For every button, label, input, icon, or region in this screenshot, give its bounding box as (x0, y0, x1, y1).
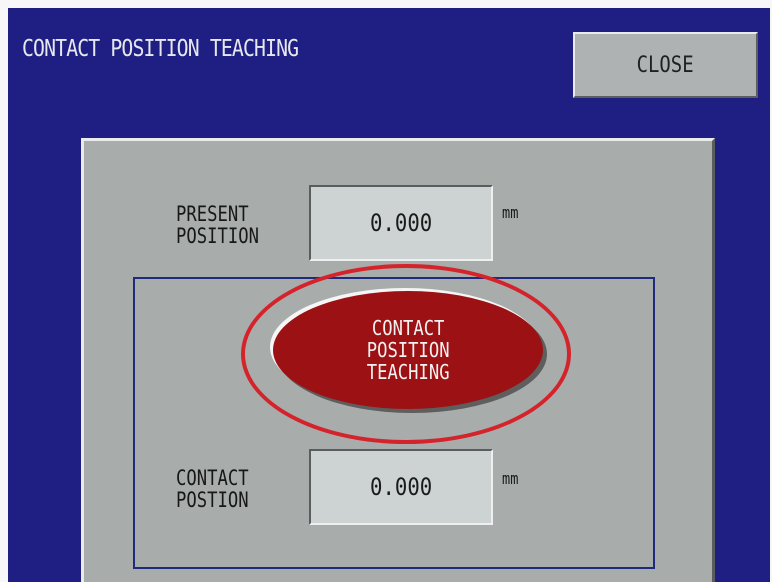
contact-position-label: CONTACT POSTION (176, 466, 249, 512)
screen-title: CONTACT POSITION TEACHING (22, 36, 299, 62)
present-position-display: 0.000 (309, 185, 493, 261)
contact-position-unit: mm (502, 469, 519, 488)
close-button-label: CLOSE (637, 52, 694, 78)
present-position-label: PRESENT POSITION (176, 202, 259, 248)
contact-position-value: 0.000 (369, 473, 433, 501)
close-button[interactable]: CLOSE (573, 32, 758, 98)
present-position-unit: mm (502, 203, 519, 222)
hmi-screen: CONTACT POSITION TEACHING CLOSE PRESENT … (8, 8, 770, 582)
teaching-panel: PRESENT POSITION 0.000 mm CONTACT POSITI… (81, 138, 715, 582)
contact-position-teaching-button[interactable]: CONTACT POSITION TEACHING (273, 291, 543, 409)
present-position-value: 0.000 (369, 209, 433, 237)
contact-position-display: 0.000 (309, 449, 493, 525)
teaching-button-label: CONTACT POSITION TEACHING (366, 316, 450, 384)
